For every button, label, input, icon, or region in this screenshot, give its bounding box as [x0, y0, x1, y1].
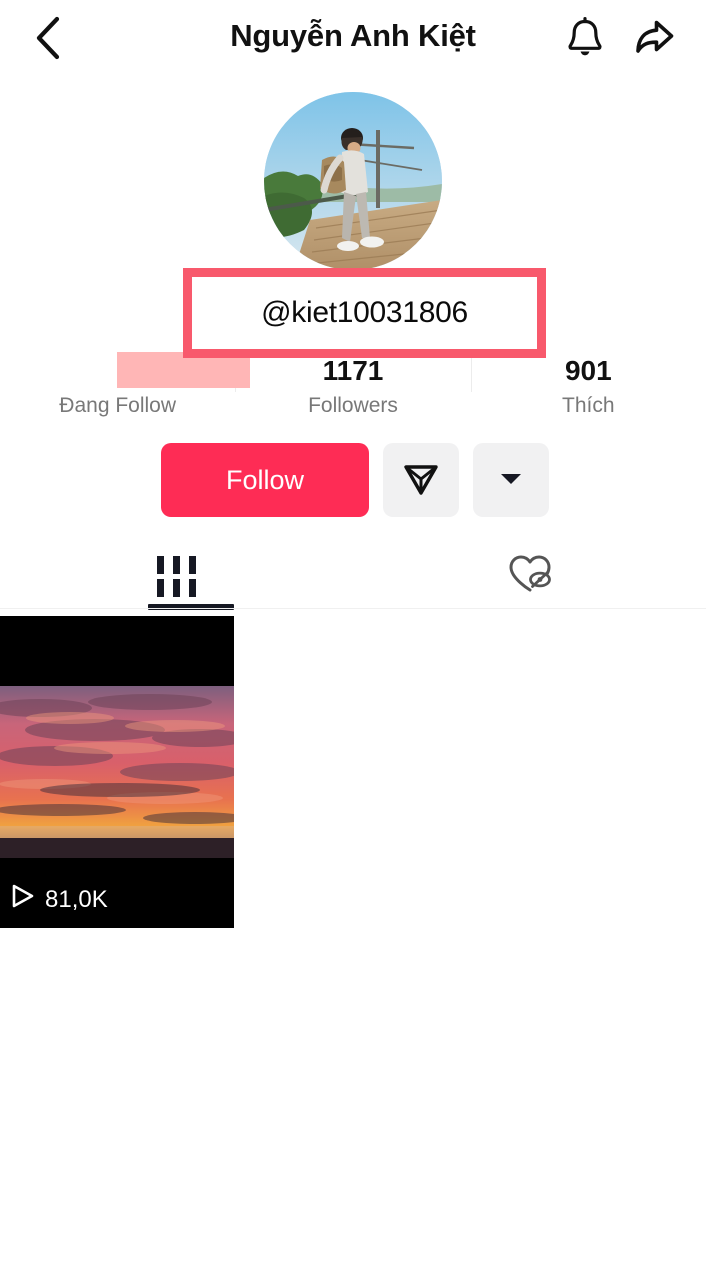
share-button[interactable] [626, 12, 682, 68]
profile-tabs [0, 545, 706, 607]
stat-likes-label: Thích [562, 394, 615, 417]
heart-hidden-icon [507, 552, 553, 601]
share-arrow-icon [632, 17, 676, 64]
stats-row: Đang Follow 1171 Followers 901 Thích [0, 352, 706, 421]
tab-liked[interactable] [353, 545, 706, 607]
message-button[interactable] [383, 443, 459, 517]
notifications-button[interactable] [558, 12, 612, 68]
play-icon [11, 883, 35, 916]
send-message-icon [401, 459, 441, 502]
stat-following-label: Đang Follow [59, 394, 177, 417]
stat-followers[interactable]: 1171 Followers [235, 352, 470, 421]
tab-videos[interactable] [0, 545, 353, 607]
avatar[interactable] [264, 92, 442, 270]
chevron-down-icon [499, 471, 523, 490]
app-header: Nguyễn Anh Kiệt [0, 0, 706, 82]
tabs-divider [0, 608, 706, 609]
bell-icon [565, 16, 605, 65]
video-grid: 81,0K [0, 616, 706, 928]
video-thumbnail[interactable]: 81,0K [0, 616, 234, 928]
tiktok-profile-screen: Nguyễn Anh Kiệt @kiet10031806 Đang Follo… [0, 0, 706, 1280]
username[interactable]: @kiet10031806 [183, 268, 546, 358]
action-buttons: Follow [161, 443, 549, 517]
active-tab-indicator [148, 604, 234, 610]
follow-button[interactable]: Follow [161, 443, 369, 517]
play-count-label: 81,0K [45, 885, 108, 913]
stat-followers-label: Followers [308, 394, 398, 417]
grid-videos-icon [157, 555, 196, 597]
stat-likes[interactable]: 901 Thích [470, 352, 706, 421]
video-play-count: 81,0K [11, 883, 108, 916]
more-options-button[interactable] [473, 443, 549, 517]
